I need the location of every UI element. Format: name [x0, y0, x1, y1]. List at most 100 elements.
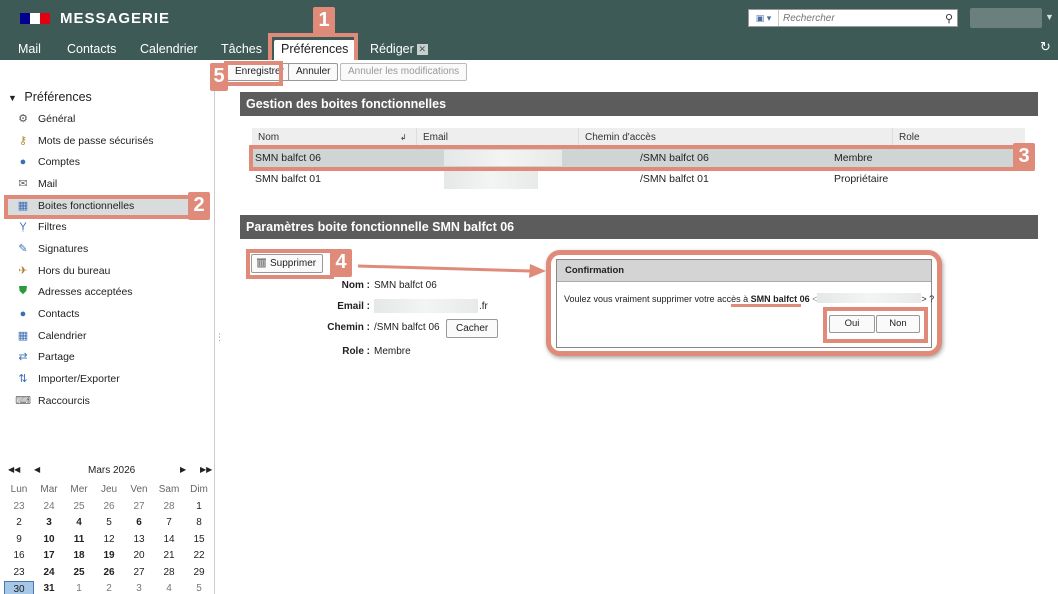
tab-taches[interactable]: Tâches [214, 40, 269, 60]
sidebar-item-importer-exporter[interactable]: ⇅ Importer/Exporter [16, 369, 206, 388]
sidebar-item-general[interactable]: ⚙ Général [16, 109, 206, 128]
calendar-day[interactable]: 21 [154, 548, 184, 565]
sidebar-item-label: Adresses acceptées [38, 285, 133, 298]
calendar-day[interactable]: 1 [64, 581, 94, 594]
calendar-day[interactable]: 18 [64, 548, 94, 565]
sidebar-splitter-handle[interactable]: ⋮ [215, 333, 224, 342]
calendar-day[interactable]: 13 [124, 532, 154, 549]
callout-box-row [249, 145, 1034, 171]
calendar-day[interactable]: 17 [34, 548, 64, 565]
chevron-down-icon[interactable]: ▼ [1045, 12, 1054, 22]
calendar-day[interactable]: 26 [94, 565, 124, 582]
calendar-day[interactable]: 4 [154, 581, 184, 594]
next-month-icon[interactable]: ▶ [180, 465, 186, 474]
sidebar-item-comptes[interactable]: ● Comptes [16, 152, 206, 171]
calendar-day[interactable]: 15 [184, 532, 214, 549]
tab-mail[interactable]: Mail [11, 40, 48, 60]
calendar-day[interactable]: 29 [184, 565, 214, 582]
sidebar-item-calendrier[interactable]: ▦ Calendrier [16, 326, 206, 345]
calendar-day[interactable]: 5 [94, 515, 124, 532]
calendar-day[interactable]: 23 [4, 499, 34, 516]
tab-contacts[interactable]: Contacts [60, 40, 123, 60]
calendar-day[interactable]: 27 [124, 499, 154, 516]
close-icon[interactable]: ✕ [416, 44, 428, 55]
sidebar-item-raccourcis[interactable]: ⌨ Raccourcis [15, 391, 206, 410]
calendar-day[interactable]: 8 [184, 515, 214, 532]
calendar-day[interactable]: 2 [94, 581, 124, 594]
sidebar-section-header[interactable]: ▼ Préférences [8, 90, 92, 104]
calendar-day[interactable]: 4 [64, 515, 94, 532]
redacted-email [444, 171, 538, 189]
sidebar-item-passwords[interactable]: ⚷ Mots de passe sécurisés [16, 131, 206, 150]
calendar-day[interactable]: 24 [34, 499, 64, 516]
cell-role: Propriétaire [834, 173, 889, 185]
calendar-day[interactable]: 3 [124, 581, 154, 594]
calendar-grid: Lun Mar Mer Jeu Ven Sam Dim 23 24 25 26 27 28 1 2 3 4 5 6 7… [4, 482, 214, 594]
annotation-arrow-icon [358, 264, 546, 278]
calendar-day[interactable]: 24 [34, 565, 64, 582]
calendar-day[interactable]: 23 [4, 565, 34, 582]
tab-rediger[interactable]: Rédiger ✕ [363, 40, 435, 60]
calendar-day[interactable]: 12 [94, 532, 124, 549]
sidebar-item-adresses-acceptees[interactable]: ⛊ Adresses acceptées [16, 282, 206, 301]
calendar-day[interactable]: 5 [184, 581, 214, 594]
dialog-message: Voulez vous vraiment supprimer votre acc… [564, 292, 934, 304]
weekday-label: Sam [158, 484, 180, 495]
search-input[interactable] [779, 11, 941, 25]
top-bar: MESSAGERIE ▣ ▾ ⚲ ▼ [0, 0, 1058, 36]
dialog-message-suffix: > ? [921, 294, 935, 304]
calendar-day[interactable]: 2 [4, 515, 34, 532]
calendar-day[interactable]: 10 [34, 532, 64, 549]
prev-year-icon[interactable]: ◀◀ [8, 465, 20, 474]
calendar-day[interactable]: 7 [154, 515, 184, 532]
sidebar-item-mail[interactable]: ✉ Mail [16, 174, 206, 193]
calendar-day[interactable]: 31 [34, 581, 64, 594]
sidebar-item-hors-du-bureau[interactable]: ✈ Hors du bureau [16, 261, 206, 280]
tab-rediger-label: Rédiger [370, 42, 414, 56]
target-underline [731, 304, 801, 307]
step-badge-4: 4 [330, 249, 352, 277]
cancel-button[interactable]: Annuler [288, 63, 339, 81]
calendar-day[interactable]: 28 [154, 499, 184, 516]
calendar-day[interactable]: 28 [154, 565, 184, 582]
calendar-day[interactable]: 30 [4, 581, 34, 594]
calendar-day[interactable]: 22 [184, 548, 214, 565]
calendar-month-label: Mars 2026 [88, 465, 136, 476]
prev-month-icon[interactable]: ◀ [34, 465, 40, 474]
calendar-day[interactable]: 6 [124, 515, 154, 532]
redacted-email [817, 293, 922, 303]
sidebar-item-filtres[interactable]: Ỵ Filtres [16, 217, 206, 236]
calendar-day[interactable]: 9 [4, 532, 34, 549]
sidebar-item-contacts[interactable]: ● Contacts [16, 304, 206, 323]
calendar-day[interactable]: 25 [64, 565, 94, 582]
table-row[interactable]: SMN balfct 01 /SMN balfct 01 Propriétair… [252, 169, 1025, 189]
next-year-icon[interactable]: ▶▶ [200, 465, 212, 474]
sidebar-item-partage[interactable]: ⇄ Partage [16, 347, 206, 366]
out-of-office-icon: ✈ [18, 265, 28, 277]
search-scope-dropdown[interactable]: ▣ ▾ [749, 10, 779, 26]
calendar-day[interactable]: 27 [124, 565, 154, 582]
calendar-day[interactable]: 1 [184, 499, 214, 516]
search-icon[interactable]: ⚲ [941, 12, 957, 25]
undo-changes-button[interactable]: Annuler les modifications [340, 63, 468, 81]
tab-calendrier[interactable]: Calendrier [133, 40, 205, 60]
calendar-day[interactable]: 20 [124, 548, 154, 565]
calendar-day[interactable]: 26 [94, 499, 124, 516]
import-export-icon: ⇅ [18, 373, 28, 385]
sidebar-item-signatures[interactable]: ✎ Signatures [16, 239, 206, 258]
calendar-day[interactable]: 14 [154, 532, 184, 549]
calendar-day[interactable]: 19 [94, 548, 124, 565]
refresh-icon[interactable]: ↻ [1040, 39, 1051, 55]
weekday-label: Ven [130, 484, 148, 495]
signature-icon: ✎ [18, 243, 28, 255]
email-label: Email : [337, 301, 370, 312]
weekday-label: Mar [40, 484, 58, 495]
calendar-day[interactable]: 3 [34, 515, 64, 532]
mailboxes-section-header: Gestion des boites fonctionnelles [240, 92, 1038, 116]
calendar-day[interactable]: 11 [64, 532, 94, 549]
filter-icon: Ỵ [19, 220, 27, 233]
calendar-day[interactable]: 25 [64, 499, 94, 516]
user-menu[interactable] [970, 8, 1042, 28]
calendar-day[interactable]: 16 [4, 548, 34, 565]
hide-button[interactable]: Cacher [446, 319, 499, 338]
